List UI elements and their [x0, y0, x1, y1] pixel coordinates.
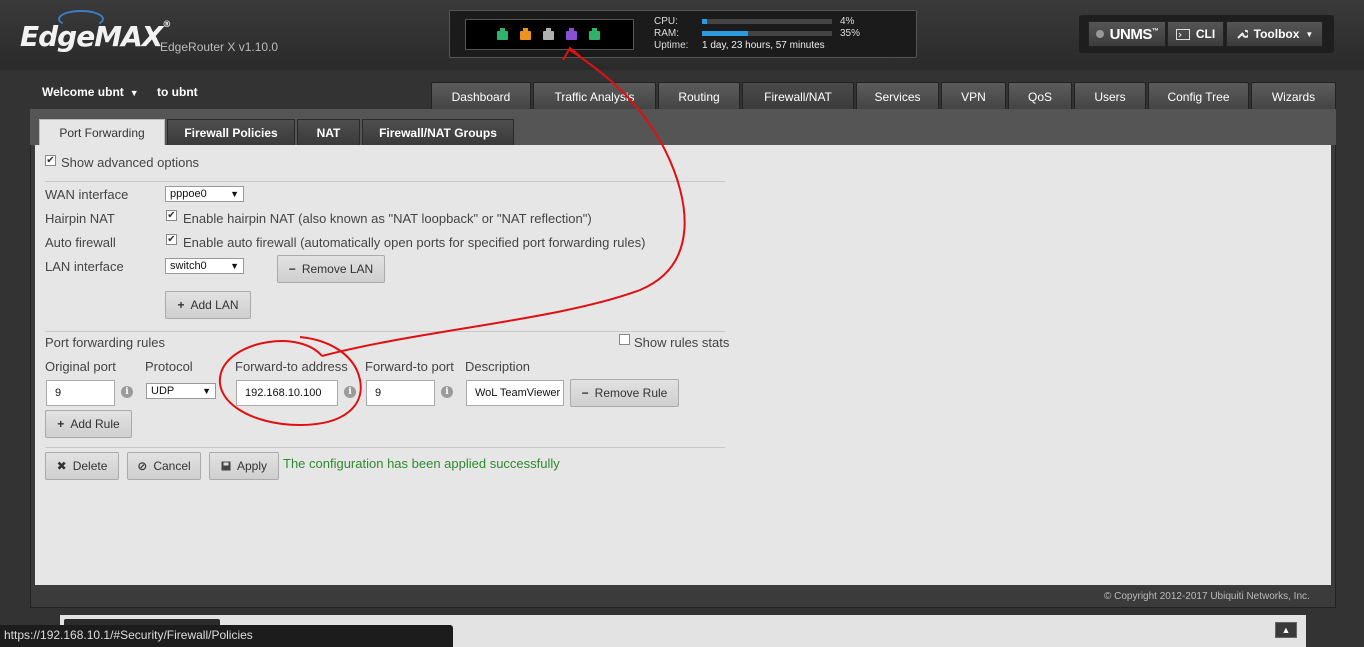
unms-button[interactable]: UNMS™ — [1088, 21, 1166, 47]
tab-users[interactable]: Users — [1074, 82, 1146, 110]
info-icon[interactable]: i — [121, 386, 133, 398]
uptime-label: Uptime: — [654, 40, 689, 51]
auto-firewall-checkbox[interactable]: ✔ — [166, 234, 177, 245]
system-stats: CPU: 4% RAM: 35% Uptime: 1 day, 23 hours… — [654, 16, 904, 52]
hairpin-nat-checkbox[interactable]: ✔ — [166, 210, 177, 221]
subtab-nat[interactable]: NAT — [297, 119, 360, 145]
chevron-down-icon: ▼ — [1305, 29, 1314, 39]
ram-bar-fill — [702, 31, 748, 36]
plus-icon: + — [57, 417, 65, 431]
port-eth2-icon[interactable] — [543, 28, 554, 40]
close-icon: ✖ — [56, 459, 67, 473]
tab-wizards[interactable]: Wizards — [1251, 82, 1336, 110]
success-message: The configuration has been applied succe… — [283, 456, 560, 471]
ram-label: RAM: — [654, 28, 679, 39]
chevron-down-icon: ▼ — [129, 88, 139, 98]
device-model: EdgeRouter X v1.10.0 — [160, 40, 279, 54]
description-input[interactable]: WoL TeamViewer — [466, 380, 564, 406]
auto-firewall-label: Auto firewall — [45, 235, 116, 250]
subtab-firewall-nat-groups[interactable]: Firewall/NAT Groups — [362, 119, 514, 145]
browser-status-url: https://192.168.10.1/#Security/Firewall/… — [0, 625, 453, 647]
lan-interface-select[interactable]: switch0 ▼ — [165, 258, 244, 274]
remove-rule-button[interactable]: − Remove Rule — [570, 379, 679, 407]
tab-qos[interactable]: QoS — [1008, 82, 1072, 110]
status-box: CPU: 4% RAM: 35% Uptime: 1 day, 23 hours… — [449, 10, 917, 58]
wrench-icon — [1236, 29, 1248, 39]
subtab-firewall-policies[interactable]: Firewall Policies — [167, 119, 295, 145]
terminal-icon — [1175, 28, 1190, 40]
port-eth0-icon[interactable] — [497, 28, 508, 40]
dropdown-arrow-icon: ▼ — [202, 386, 211, 396]
lan-interface-label: LAN interface — [45, 259, 124, 274]
remove-lan-button[interactable]: − Remove LAN — [277, 255, 385, 283]
subtab-port-forwarding[interactable]: Port Forwarding — [39, 119, 165, 145]
ram-value: 35% — [840, 28, 861, 39]
cli-button[interactable]: CLI — [1167, 21, 1224, 47]
cancel-icon: ⊘ — [137, 459, 148, 473]
port-eth1-icon[interactable] — [520, 28, 531, 40]
wan-interface-select[interactable]: pppoe0 ▼ — [165, 186, 244, 202]
col-forward-address: Forward-to address — [235, 359, 348, 374]
tab-services[interactable]: Services — [856, 82, 939, 110]
dropdown-arrow-icon: ▼ — [230, 189, 239, 199]
minus-icon: − — [288, 262, 296, 276]
tab-traffic-analysis[interactable]: Traffic Analysis — [533, 82, 656, 110]
wan-interface-label: WAN interface — [45, 187, 129, 202]
col-protocol: Protocol — [145, 359, 193, 374]
apply-button[interactable]: Apply — [209, 452, 279, 480]
original-port-input[interactable]: 9 — [46, 380, 115, 406]
port-eth3-icon[interactable] — [566, 28, 577, 40]
show-advanced-label: Show advanced options — [61, 155, 200, 170]
divider — [45, 447, 725, 448]
dropdown-arrow-icon: ▼ — [230, 261, 239, 271]
toolbox-button[interactable]: Toolbox ▼ — [1226, 21, 1323, 47]
tab-routing[interactable]: Routing — [658, 82, 740, 110]
edgemax-logo[interactable]: EdgeMAX® — [20, 20, 171, 53]
forward-port-input[interactable]: 9 — [366, 380, 435, 406]
ram-bar — [702, 31, 832, 36]
info-icon[interactable]: i — [441, 386, 453, 398]
divider — [45, 331, 725, 332]
cancel-button[interactable]: ⊘ Cancel — [127, 452, 201, 480]
hairpin-nat-text: Enable hairpin NAT (also known as "NAT l… — [183, 211, 592, 226]
col-description: Description — [465, 359, 531, 374]
tab-vpn[interactable]: VPN — [941, 82, 1006, 110]
port-eth4-icon[interactable] — [589, 28, 600, 40]
copyright: © Copyright 2012-2017 Ubiquiti Networks,… — [1104, 591, 1310, 602]
col-original-port: Original port — [45, 359, 116, 374]
minus-icon: − — [581, 386, 589, 400]
save-icon — [221, 461, 231, 471]
add-rule-button[interactable]: + Add Rule — [45, 410, 132, 438]
user-menu[interactable]: Welcome ubnt ▼ — [42, 85, 139, 99]
col-forward-port: Forward-to port — [365, 359, 454, 374]
show-stats-label: Show rules stats — [634, 335, 730, 350]
tab-firewall-nat[interactable]: Firewall/NAT — [742, 82, 854, 110]
cpu-bar — [702, 19, 832, 24]
forward-address-input[interactable]: 192.168.10.100 — [236, 380, 338, 406]
scroll-up-icon[interactable]: ▲ — [1275, 622, 1297, 638]
divider — [45, 181, 725, 182]
unms-status-dot-icon — [1095, 30, 1104, 38]
port-status-panel — [465, 19, 634, 50]
cpu-label: CPU: — [654, 16, 678, 27]
show-stats-checkbox[interactable] — [619, 334, 630, 345]
add-lan-button[interactable]: + Add LAN — [165, 291, 251, 319]
header-tools: UNMS™ CLI Toolbox ▼ — [1079, 15, 1334, 53]
rules-title: Port forwarding rules — [45, 335, 165, 350]
uptime-value: 1 day, 23 hours, 57 minutes — [702, 40, 825, 51]
hairpin-nat-label: Hairpin NAT — [45, 211, 115, 226]
show-advanced-checkbox[interactable]: ✔ — [45, 155, 56, 166]
cpu-value: 4% — [840, 16, 855, 27]
tab-dashboard[interactable]: Dashboard — [431, 82, 531, 110]
tab-config-tree[interactable]: Config Tree — [1148, 82, 1249, 110]
auto-firewall-text: Enable auto firewall (automatically open… — [183, 235, 646, 250]
app-header: EdgeMAX® EdgeRouter X v1.10.0 CPU: 4% RA… — [0, 0, 1364, 70]
to-user-text: to ubnt — [157, 85, 198, 99]
info-icon[interactable]: i — [344, 386, 356, 398]
delete-button[interactable]: ✖ Delete — [45, 452, 119, 480]
plus-icon: + — [177, 298, 185, 312]
cpu-bar-fill — [702, 19, 708, 24]
protocol-select[interactable]: UDP ▼ — [146, 383, 216, 399]
